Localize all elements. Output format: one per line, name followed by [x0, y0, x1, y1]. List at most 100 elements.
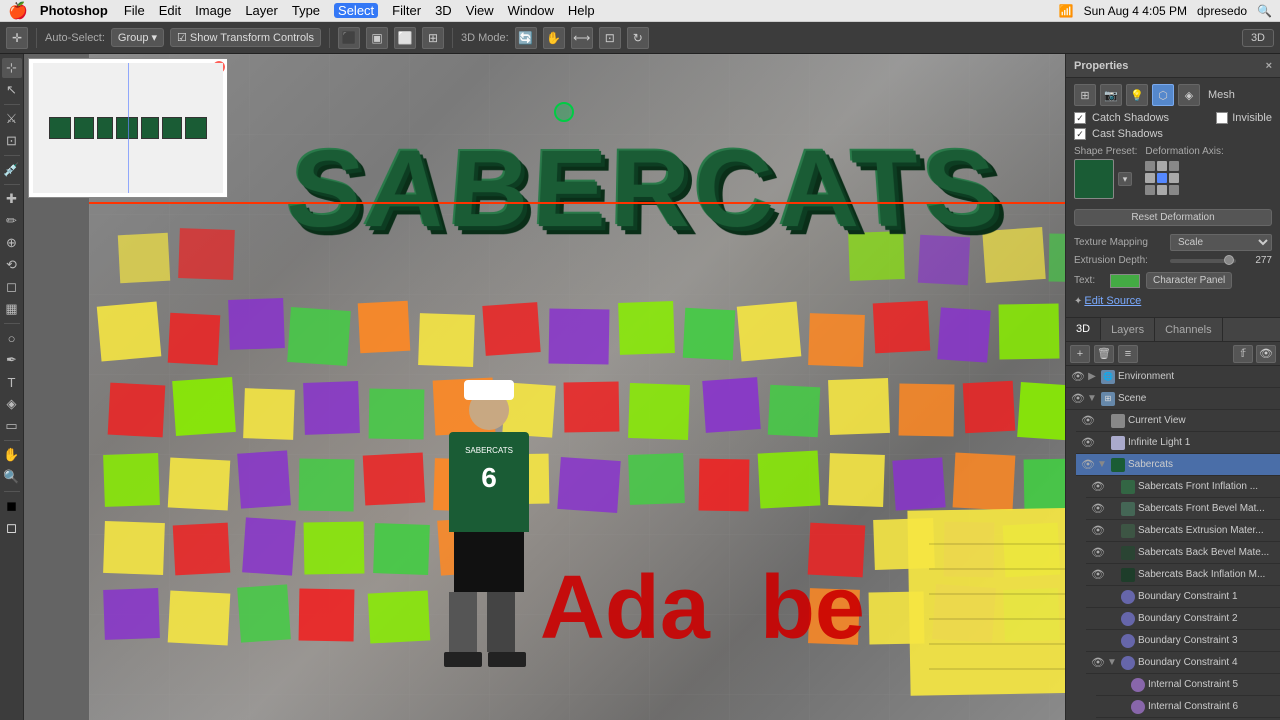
layer-item-current-view[interactable]: 👁 Current View — [1076, 410, 1280, 432]
layer-expand-sabercats[interactable]: ▼ — [1096, 459, 1108, 470]
clone-tool[interactable]: ⊕ — [2, 233, 22, 253]
canvas-area[interactable]: × — [24, 54, 1065, 720]
layers-panel[interactable]: 👁 ▶ 🌐 Environment 👁 ▼ ⊞ Scene 👁 Current … — [1066, 366, 1280, 720]
layer-expand-scene[interactable]: ▼ — [1086, 393, 1098, 404]
3d-scale-btn[interactable]: ⊡ — [599, 27, 621, 49]
brush-tool[interactable]: ✏ — [2, 211, 22, 231]
show-transform-checkbox[interactable]: ☑ Show Transform Controls — [170, 28, 321, 47]
zoom-tool[interactable]: 🔍 — [2, 467, 22, 487]
properties-close-icon[interactable]: × — [1266, 60, 1272, 72]
deform-dot-4[interactable] — [1145, 173, 1155, 183]
menu-3d[interactable]: 3D — [435, 3, 452, 18]
heal-tool[interactable]: ✚ — [2, 189, 22, 209]
layer-item-boundary-1[interactable]: Boundary Constraint 1 — [1086, 586, 1280, 608]
search-icon[interactable]: 🔍 — [1257, 4, 1272, 18]
tab-3d[interactable]: 3D — [1066, 318, 1101, 341]
deform-dot-5[interactable] — [1157, 173, 1167, 183]
menu-filter[interactable]: Filter — [392, 3, 421, 18]
selection-tool[interactable]: ⊹ — [2, 58, 22, 78]
path-select-tool[interactable]: ◈ — [2, 394, 22, 414]
type-tool[interactable]: T — [2, 372, 22, 392]
apple-menu[interactable]: 🍎 — [8, 1, 28, 21]
menu-file[interactable]: File — [124, 3, 145, 18]
menu-type[interactable]: Type — [292, 3, 320, 18]
layer-item-sabercats-front-bevel[interactable]: 👁 Sabercats Front Bevel Mat... — [1086, 498, 1280, 520]
tab-layers[interactable]: Layers — [1101, 318, 1155, 341]
layer-eye-sabercats-front-inflation[interactable]: 👁 — [1090, 480, 1106, 493]
3d-pan-btn[interactable]: ✋ — [543, 27, 565, 49]
layer-eye-infinite-light-1[interactable]: 👁 — [1080, 436, 1096, 449]
distribute-btn[interactable]: ⊞ — [422, 27, 444, 49]
new-layer-btn[interactable]: + — [1070, 345, 1090, 363]
filter-type-btn[interactable]: 𝕗 — [1233, 345, 1253, 363]
deform-dot-2[interactable] — [1157, 161, 1167, 171]
text-color-swatch[interactable] — [1110, 274, 1140, 288]
deform-dot-1[interactable] — [1145, 161, 1155, 171]
eraser-tool[interactable]: ◻ — [2, 277, 22, 297]
camera-icon[interactable]: 📷 — [1100, 84, 1122, 106]
texture-mapping-select[interactable]: Scale Tile Wrap — [1170, 234, 1272, 251]
layer-eye-current-view[interactable]: 👁 — [1080, 414, 1096, 427]
layer-eye-sabercats-extrusion[interactable]: 👁 — [1090, 524, 1106, 537]
layer-item-sabercats-front-inflation[interactable]: 👁 Sabercats Front Inflation ... — [1086, 476, 1280, 498]
crop-tool[interactable]: ⊡ — [2, 131, 22, 151]
layer-item-infinite-light-1[interactable]: 👁 Infinite Light 1 — [1076, 432, 1280, 454]
layer-item-sabercats-back-inflation[interactable]: 👁 Sabercats Back Inflation M... — [1086, 564, 1280, 586]
edit-source-btn[interactable]: Edit Source — [1084, 295, 1141, 307]
deform-dot-8[interactable] — [1157, 185, 1167, 195]
eyedropper-tool[interactable]: 💉 — [2, 160, 22, 180]
layer-eye-sabercats-front-bevel[interactable]: 👁 — [1090, 502, 1106, 515]
menu-window[interactable]: Window — [508, 3, 554, 18]
cast-shadows-checkbox[interactable] — [1074, 128, 1086, 140]
menu-layer[interactable]: Layer — [245, 3, 278, 18]
history-tool[interactable]: ⟲ — [2, 255, 22, 275]
layer-item-sabercats[interactable]: 👁 ▼ Sabercats — [1076, 454, 1280, 476]
delete-layer-btn[interactable]: 🗑 — [1094, 345, 1114, 363]
layer-item-sabercats-extrusion[interactable]: 👁 Sabercats Extrusion Mater... — [1086, 520, 1280, 542]
shape-tool[interactable]: ▭ — [2, 416, 22, 436]
layer-expand-environment[interactable]: ▶ — [1086, 371, 1098, 382]
deform-dot-6[interactable] — [1169, 173, 1179, 183]
background-color[interactable]: ◻ — [2, 518, 22, 538]
character-panel-btn[interactable]: Character Panel — [1146, 272, 1232, 289]
3d-transform-handle[interactable] — [554, 102, 574, 122]
hand-tool[interactable]: ✋ — [2, 445, 22, 465]
menu-help[interactable]: Help — [568, 3, 595, 18]
mesh-icon[interactable]: ⬡ — [1152, 84, 1174, 106]
deform-dot-3[interactable] — [1169, 161, 1179, 171]
reset-deformation-btn[interactable]: Reset Deformation — [1074, 209, 1272, 226]
layer-item-boundary-2[interactable]: Boundary Constraint 2 — [1086, 608, 1280, 630]
menu-select[interactable]: Select — [334, 3, 378, 18]
layer-item-environment[interactable]: 👁 ▶ 🌐 Environment — [1066, 366, 1280, 388]
slice-tool[interactable]: ⚔ — [2, 109, 22, 129]
layer-item-boundary-3[interactable]: Boundary Constraint 3 — [1086, 630, 1280, 652]
align-right-btn[interactable]: ⬜ — [394, 27, 416, 49]
filter-visible-btn[interactable]: 👁 — [1256, 345, 1276, 363]
layer-eye-boundary-4[interactable]: 👁 — [1090, 656, 1106, 669]
gradient-tool[interactable]: ▦ — [2, 299, 22, 319]
menu-image[interactable]: Image — [195, 3, 231, 18]
pen-tool[interactable]: ✒ — [2, 350, 22, 370]
3d-slide-btn[interactable]: ⟷ — [571, 27, 593, 49]
invisible-checkbox[interactable] — [1216, 112, 1228, 124]
shape-preset-dropdown[interactable]: ▾ — [1118, 172, 1132, 186]
scene-icon[interactable]: ⊞ — [1074, 84, 1096, 106]
foreground-color[interactable]: ◼ — [2, 496, 22, 516]
deform-dot-7[interactable] — [1145, 185, 1155, 195]
layer-item-boundary-4[interactable]: 👁 ▼ Boundary Constraint 4 — [1086, 652, 1280, 674]
light-icon[interactable]: 💡 — [1126, 84, 1148, 106]
3d-orbit-btn[interactable]: 🔄 — [515, 27, 537, 49]
direct-selection-tool[interactable]: ↖ — [2, 80, 22, 100]
catch-shadows-checkbox[interactable] — [1074, 112, 1086, 124]
layer-eye-scene[interactable]: 👁 — [1070, 392, 1086, 405]
material-icon[interactable]: ◈ — [1178, 84, 1200, 106]
layer-item-internal-6[interactable]: Internal Constraint 6 — [1096, 696, 1280, 718]
align-center-btn[interactable]: ▣ — [366, 27, 388, 49]
layer-eye-sabercats-back-inflation[interactable]: 👁 — [1090, 568, 1106, 581]
auto-select-dropdown[interactable]: Group ▾ — [111, 28, 164, 47]
align-left-btn[interactable]: ⬛ — [338, 27, 360, 49]
tab-channels[interactable]: Channels — [1155, 318, 1222, 341]
layer-item-scene[interactable]: 👁 ▼ ⊞ Scene — [1066, 388, 1280, 410]
menu-edit[interactable]: Edit — [159, 3, 181, 18]
deform-dot-9[interactable] — [1169, 185, 1179, 195]
